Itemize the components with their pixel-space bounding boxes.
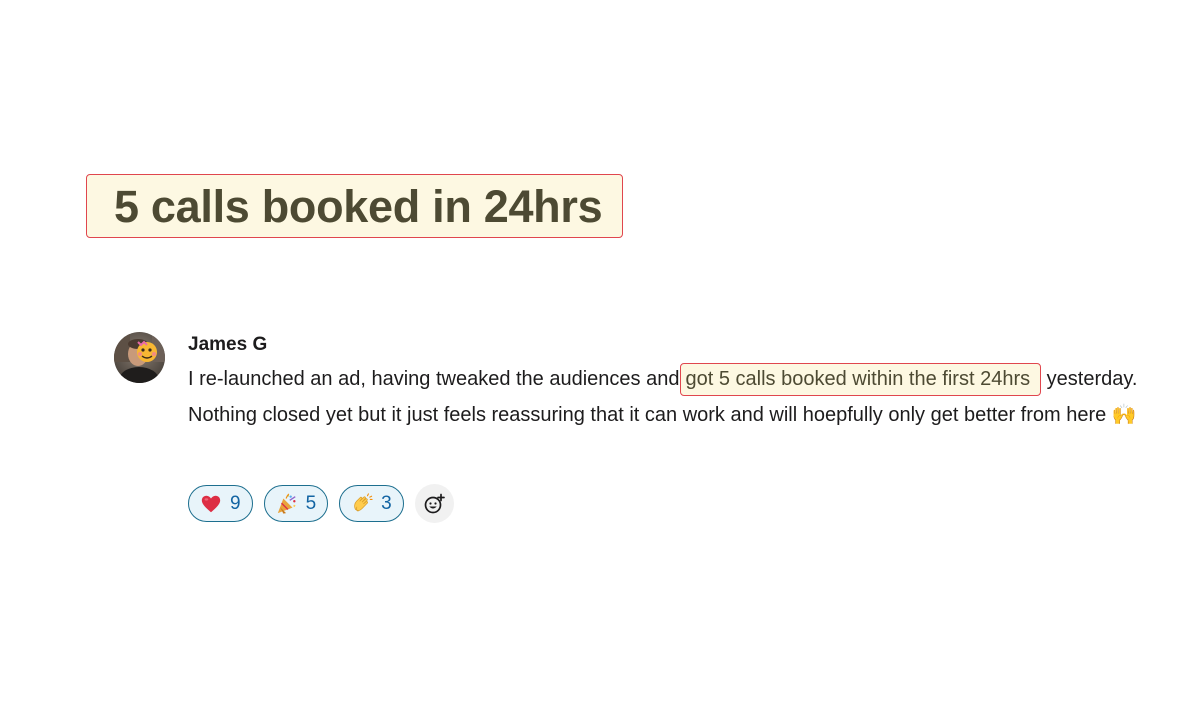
raised-hands-emoji: 🙌 bbox=[1111, 402, 1137, 426]
add-reaction-icon bbox=[424, 493, 446, 513]
user-avatar-icon bbox=[114, 332, 165, 383]
reaction-party[interactable]: 5 bbox=[263, 485, 329, 522]
message-highlight: got 5 calls booked within the first 24hr… bbox=[680, 363, 1042, 396]
reaction-clap[interactable]: 3 bbox=[339, 485, 404, 522]
headline-highlight: 5 calls booked in 24hrs bbox=[86, 174, 623, 238]
headline-text: 5 calls booked in 24hrs bbox=[114, 181, 603, 232]
reaction-count: 3 bbox=[381, 493, 392, 514]
add-reaction-button[interactable] bbox=[414, 484, 454, 523]
party-popper-emoji-icon bbox=[277, 492, 296, 514]
message-text-before: I re-launched an ad, having tweaked the … bbox=[188, 368, 680, 390]
author-name[interactable]: James G bbox=[188, 334, 267, 356]
reaction-count: 5 bbox=[305, 493, 317, 514]
message-body: I re-launched an ad, having tweaked the … bbox=[188, 362, 1163, 433]
reactions-bar: 9 5 3 bbox=[188, 484, 454, 523]
clapping-hands-emoji-icon bbox=[354, 492, 373, 512]
reaction-count: 9 bbox=[230, 493, 241, 514]
avatar[interactable] bbox=[114, 332, 165, 383]
reaction-heart[interactable]: 9 bbox=[188, 485, 253, 522]
heart-emoji-icon bbox=[201, 495, 221, 512]
